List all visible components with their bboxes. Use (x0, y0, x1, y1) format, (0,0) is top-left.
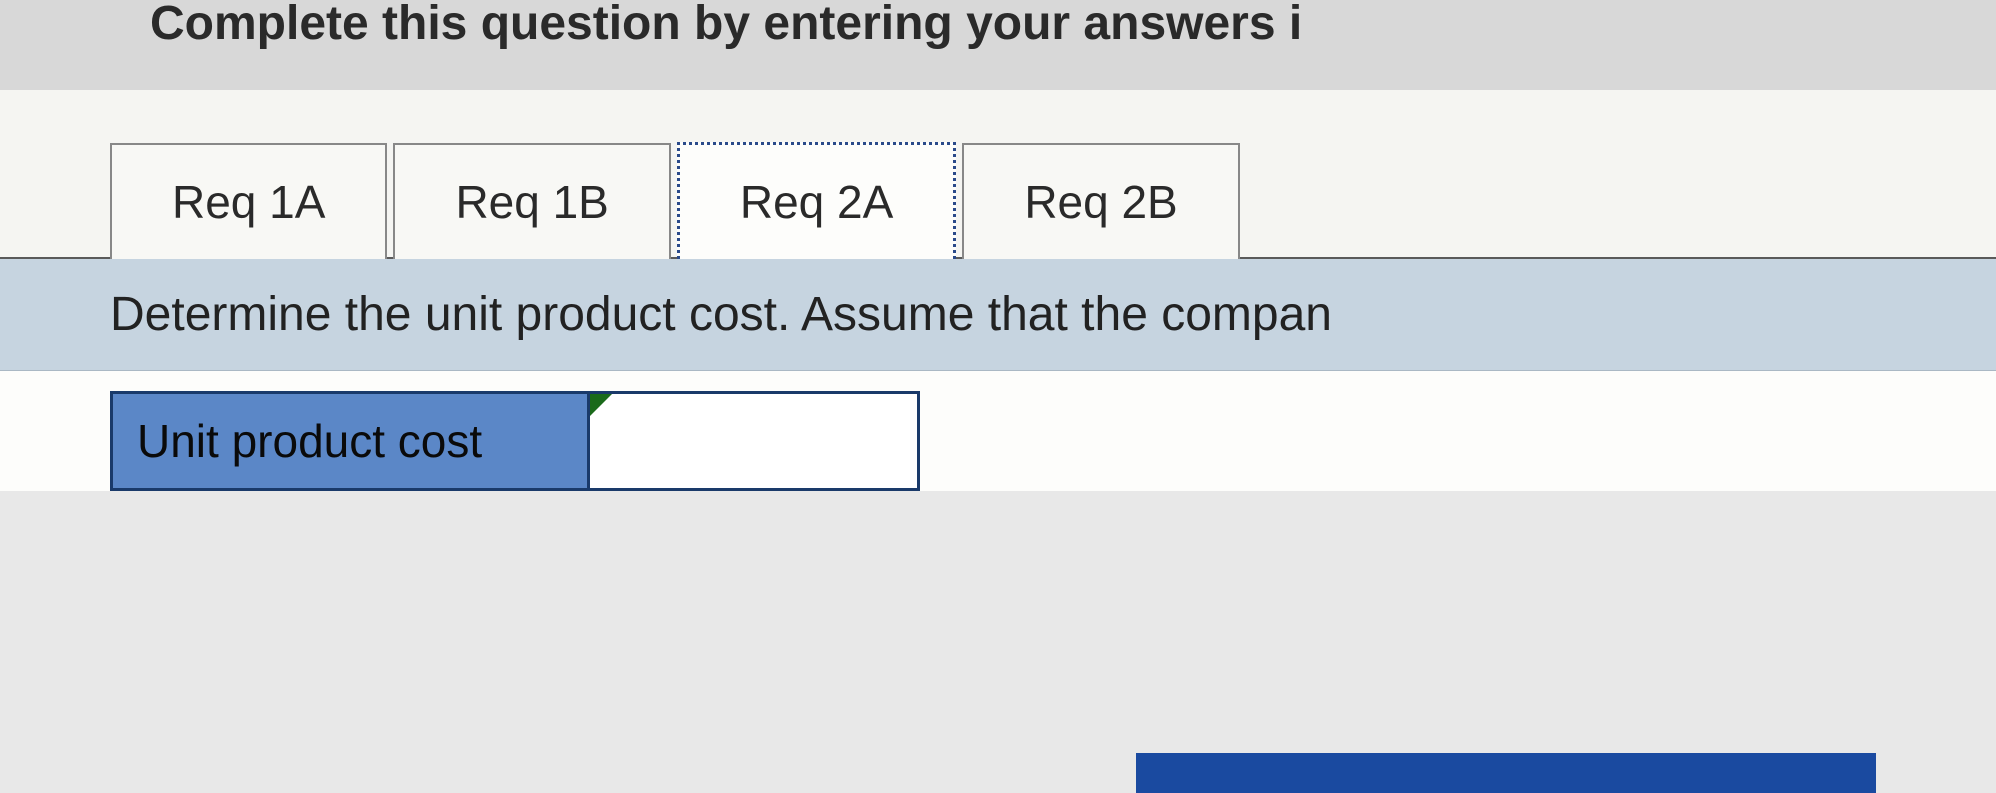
tab-req-2a[interactable]: Req 2A (677, 142, 956, 259)
instruction-text: Complete this question by entering your … (150, 0, 1302, 50)
answer-label-text: Unit product cost (137, 415, 482, 467)
next-button[interactable] (1136, 753, 1876, 793)
cell-marker-icon (590, 394, 612, 416)
unit-product-cost-label: Unit product cost (110, 391, 590, 491)
answer-row: Unit product cost (0, 371, 1996, 491)
content-area: Req 1A Req 1B Req 2A Req 2B Determine th… (0, 90, 1996, 491)
tab-label: Req 2B (1024, 176, 1177, 228)
tab-row: Req 1A Req 1B Req 2A Req 2B (0, 90, 1996, 259)
instruction-banner: Complete this question by entering your … (0, 0, 1996, 90)
tab-req-1a[interactable]: Req 1A (110, 143, 387, 259)
tab-req-1b[interactable]: Req 1B (393, 143, 670, 259)
prompt-bar: Determine the unit product cost. Assume … (0, 259, 1996, 371)
tab-label: Req 1A (172, 176, 325, 228)
tab-label: Req 2A (740, 176, 893, 228)
tab-label: Req 1B (455, 176, 608, 228)
prompt-text: Determine the unit product cost. Assume … (110, 288, 1332, 341)
tab-req-2b[interactable]: Req 2B (962, 143, 1239, 259)
unit-product-cost-input[interactable] (590, 394, 917, 488)
unit-product-cost-cell[interactable] (590, 391, 920, 491)
